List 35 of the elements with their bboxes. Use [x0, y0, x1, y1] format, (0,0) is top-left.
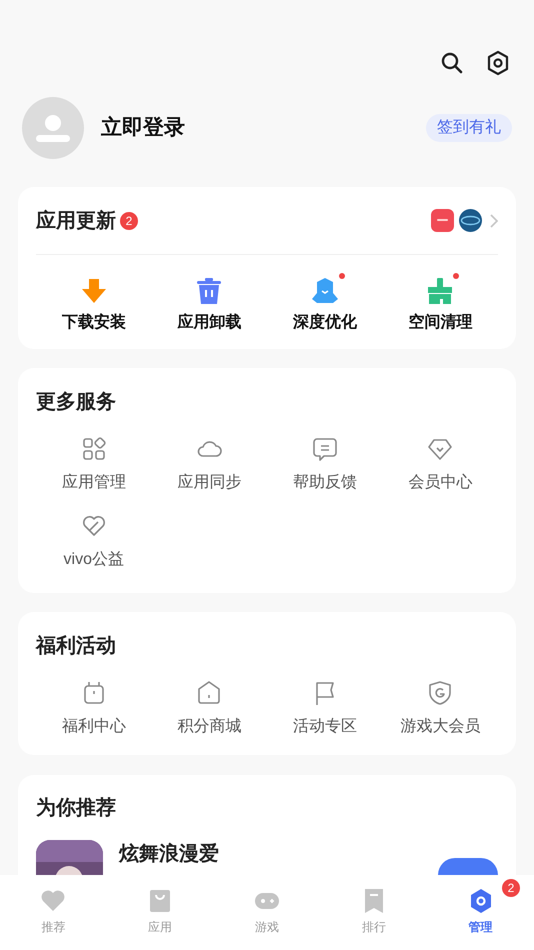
section-title[interactable]: 应用更新	[36, 206, 116, 236]
shield-letter-icon	[427, 680, 454, 706]
app-name[interactable]: 炫舞浪漫爱	[119, 840, 438, 868]
chat-bubble-icon	[312, 436, 338, 462]
trash-icon	[196, 277, 222, 305]
service-label[interactable]: 福利中心	[62, 715, 126, 739]
section-title: 更多服务	[36, 390, 116, 414]
service-label[interactable]: 积分商城	[177, 715, 242, 739]
tool-label[interactable]: 应用卸载	[177, 311, 242, 335]
section-title: 为你推荐	[36, 796, 116, 820]
section-title: 福利活动	[36, 634, 116, 658]
search-icon[interactable]	[440, 51, 464, 75]
tool-label[interactable]: 深度优化	[292, 311, 357, 335]
service-label[interactable]: 帮助反馈	[292, 471, 357, 495]
service-label[interactable]: 游戏大会员	[400, 715, 480, 739]
count-badge: 2	[120, 212, 138, 230]
nav-tab[interactable]: 管理 2	[427, 875, 534, 950]
service-label[interactable]: vivo公益	[64, 548, 124, 572]
tool-label[interactable]: 下载安装	[62, 311, 126, 335]
checkin-button[interactable]: 签到有礼	[426, 114, 512, 142]
globe-icon	[459, 209, 482, 232]
grid-icon	[80, 436, 107, 462]
count-badge: 2	[502, 879, 520, 897]
service-label[interactable]: 应用同步	[177, 471, 242, 495]
heart-icon	[80, 513, 107, 539]
service-label[interactable]: 应用管理	[62, 471, 126, 495]
settings-icon[interactable]	[486, 50, 510, 76]
service-label[interactable]: 会员中心	[408, 471, 472, 495]
login-link[interactable]: 立即登录	[101, 112, 185, 144]
service-label[interactable]: 活动专区	[292, 715, 357, 739]
diamond-icon	[427, 436, 454, 462]
house-icon	[196, 680, 222, 706]
app-icon	[431, 209, 454, 232]
download-arrow-icon	[80, 277, 108, 305]
tool-label[interactable]: 空间清理	[408, 311, 472, 335]
